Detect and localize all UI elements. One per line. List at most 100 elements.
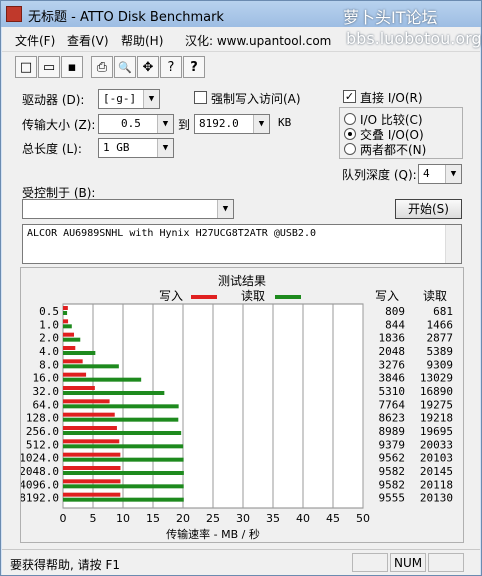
- value-write: 7764: [379, 398, 406, 411]
- value-write: 809: [385, 305, 405, 318]
- force-write-label: 强制写入访问(A): [211, 92, 301, 106]
- bar-read: [63, 497, 184, 502]
- menu-view[interactable]: 查看(V): [67, 32, 109, 49]
- bar-write: [63, 306, 68, 310]
- chevron-down-icon: ▼: [217, 200, 233, 218]
- context-help-button[interactable]: ?: [183, 56, 205, 78]
- help-button[interactable]: ?: [160, 56, 182, 78]
- open-button[interactable]: ▭: [38, 56, 60, 78]
- chevron-down-icon: ▼: [253, 115, 269, 133]
- status-help-text: 要获得帮助, 请按 F1: [10, 558, 120, 572]
- legend-read-label: 读取: [241, 289, 265, 303]
- y-tick-label: 64.0: [33, 398, 60, 411]
- watermark-text: 萝卜头IT论坛: [343, 8, 438, 27]
- value-write: 844: [385, 318, 405, 331]
- x-tick-label: 25: [206, 512, 220, 525]
- value-write: 9562: [379, 452, 406, 465]
- bar-write: [63, 492, 121, 497]
- save-button[interactable]: ▪: [61, 56, 83, 78]
- x-tick-label: 15: [146, 512, 160, 525]
- to-label: 到: [178, 118, 191, 132]
- bar-write: [63, 386, 95, 390]
- context-help-icon: ?: [190, 59, 198, 75]
- value-write: 3846: [379, 372, 406, 385]
- menu-help[interactable]: 帮助(H): [121, 32, 163, 49]
- bar-write: [63, 426, 117, 430]
- value-write: 3276: [379, 358, 406, 371]
- total-length-label: 总长度 (L):: [22, 142, 82, 156]
- help-icon: ?: [167, 59, 175, 75]
- value-write: 9379: [379, 438, 406, 451]
- status-num: NUM: [390, 553, 426, 572]
- overlapped-io-radio[interactable]: [344, 128, 356, 140]
- bar-write: [63, 319, 69, 324]
- status-pane-empty: [352, 553, 388, 572]
- transfer-to-value: 8192.0: [199, 117, 239, 130]
- open-icon: ▭: [42, 59, 56, 75]
- io-compare-radio[interactable]: [344, 113, 356, 125]
- move-button[interactable]: ✥: [137, 56, 159, 78]
- description-text: ALCOR AU6989SNHL with Hynix H27UCG8T2ATR…: [27, 228, 316, 239]
- y-tick-label: 1024.0: [21, 452, 59, 465]
- value-read: 20033: [420, 438, 453, 451]
- transfer-from-select[interactable]: 0.5 ▼: [98, 114, 174, 134]
- chevron-down-icon: ▼: [157, 139, 173, 157]
- value-read: 2877: [427, 332, 454, 345]
- y-tick-label: 8.0: [39, 358, 59, 371]
- chevron-down-icon: ▼: [157, 115, 173, 133]
- menu-localized-by[interactable]: 汉化: www.upantool.com: [185, 32, 331, 49]
- neither-label: 两者都不(N): [360, 143, 427, 157]
- legend-write-swatch: [191, 295, 217, 299]
- start-button[interactable]: 开始(S): [395, 199, 462, 219]
- print-preview-button[interactable]: 🔍: [114, 56, 136, 78]
- y-tick-label: 256.0: [26, 425, 59, 438]
- x-tick-label: 10: [116, 512, 130, 525]
- drive-select[interactable]: [-g-] ▼: [98, 89, 160, 109]
- y-tick-label: 128.0: [26, 412, 59, 425]
- print-button[interactable]: ⎙: [91, 56, 113, 78]
- force-write-checkbox[interactable]: [194, 91, 207, 104]
- value-read: 1466: [427, 318, 454, 331]
- x-tick-label: 0: [60, 512, 67, 525]
- value-write: 9582: [379, 478, 406, 491]
- value-write: 8623: [379, 412, 406, 425]
- new-button[interactable]: □: [15, 56, 37, 78]
- description-scrollbar[interactable]: [445, 225, 461, 263]
- legend-read-swatch: [275, 295, 301, 299]
- y-tick-label: 8192.0: [21, 492, 59, 505]
- value-write: 5310: [379, 385, 406, 398]
- y-tick-label: 2.0: [39, 332, 59, 345]
- y-tick-label: 4096.0: [21, 478, 59, 491]
- save-icon: ▪: [67, 59, 77, 75]
- transfer-to-select[interactable]: 8192.0 ▼: [194, 114, 270, 134]
- value-write: 9582: [379, 465, 406, 478]
- neither-radio[interactable]: [344, 143, 356, 155]
- x-tick-label: 50: [356, 512, 370, 525]
- value-read: 5389: [427, 345, 454, 358]
- bar-read: [63, 324, 72, 329]
- chevron-down-icon: ▼: [445, 165, 461, 183]
- value-read: 20103: [420, 452, 453, 465]
- controlled-by-select[interactable]: ▼: [22, 199, 234, 219]
- description-textbox[interactable]: ALCOR AU6989SNHL with Hynix H27UCG8T2ATR…: [22, 224, 462, 264]
- queue-depth-select[interactable]: 4 ▼: [418, 164, 462, 184]
- bar-write: [63, 399, 110, 404]
- print-icon: ⎙: [96, 59, 108, 75]
- bar-read: [63, 471, 184, 475]
- y-tick-label: 16.0: [33, 372, 60, 385]
- direct-io-checkbox[interactable]: ✓: [343, 90, 356, 103]
- title-bar[interactable]: 无标题 - ATTO Disk Benchmark 萝卜头IT论坛: [1, 1, 481, 27]
- status-bar: 要获得帮助, 请按 F1 NUM: [2, 549, 480, 575]
- new-icon: □: [19, 59, 33, 75]
- x-tick-label: 40: [296, 512, 310, 525]
- drive-label: 驱动器 (D):: [22, 93, 85, 107]
- bar-write: [63, 412, 115, 417]
- value-write: 1836: [379, 332, 406, 345]
- value-read: 19695: [420, 425, 453, 438]
- chart-title: 测试结果: [218, 273, 266, 288]
- total-length-select[interactable]: 1 GB ▼: [98, 138, 174, 158]
- bar-read: [63, 457, 184, 462]
- app-icon: [6, 6, 22, 22]
- menu-file[interactable]: 文件(F): [15, 32, 55, 49]
- settings-panel: 驱动器 (D): [-g-] ▼ 强制写入访问(A) ✓ 直接 I/O(R) I…: [2, 81, 480, 549]
